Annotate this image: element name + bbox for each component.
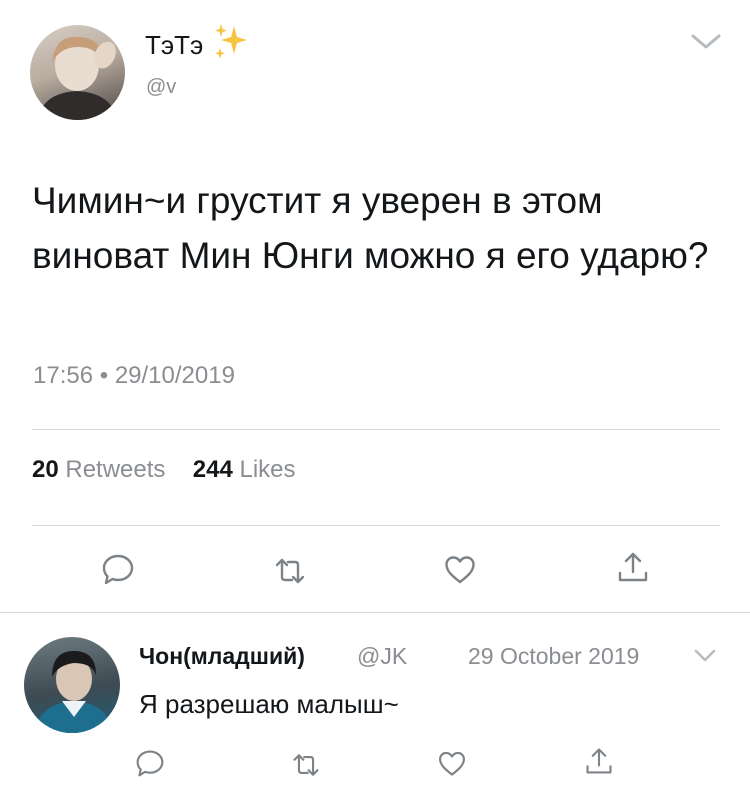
retweets-count: 20: [32, 456, 59, 483]
share-icon: [618, 552, 648, 582]
chevron-down-icon[interactable]: [690, 32, 722, 52]
retweets-link[interactable]: 20 Retweets: [32, 456, 172, 483]
divider: [32, 525, 720, 526]
reply-button[interactable]: [135, 748, 165, 778]
like-button[interactable]: [443, 553, 477, 587]
retweets-label: Retweets: [65, 456, 166, 483]
meta-separator: •: [99, 362, 115, 389]
reply-icon: [136, 750, 164, 777]
retweet-button[interactable]: [291, 750, 321, 780]
reply-author-avatar[interactable]: [24, 637, 120, 733]
author-name[interactable]: ТэТэ: [145, 30, 203, 61]
tweet-time: 17:56: [33, 362, 94, 389]
author-avatar[interactable]: [30, 25, 125, 120]
retweet-icon: [293, 754, 319, 776]
chevron-down-icon[interactable]: [693, 648, 717, 664]
sparkles-icon: [212, 22, 248, 62]
like-button[interactable]: [437, 749, 467, 779]
reply-author-name[interactable]: Чон(младший): [139, 643, 305, 670]
avatar-image: [34, 651, 112, 733]
likes-label: Likes: [239, 456, 296, 483]
reply-icon: [102, 554, 134, 585]
retweet-icon: [275, 558, 305, 584]
avatar-image: [38, 36, 117, 120]
tweet-date: 29/10/2019: [114, 362, 235, 389]
heart-icon: [445, 556, 475, 584]
tweet-text: Чимин~и грустит я уверен в этом виноват …: [32, 180, 709, 276]
share-icon: [586, 748, 612, 774]
retweet-button[interactable]: [273, 554, 307, 588]
divider: [32, 429, 720, 430]
reply-author-handle[interactable]: @JK: [357, 643, 407, 670]
tweet-stats: 20 Retweets 244 Likes: [32, 456, 296, 484]
share-button[interactable]: [616, 550, 650, 584]
heart-icon: [439, 751, 465, 776]
share-button[interactable]: [584, 746, 614, 776]
author-handle[interactable]: @v: [146, 76, 176, 99]
tweet-timestamp: 17:56 • 29/10/2019: [33, 362, 235, 390]
divider: [0, 612, 750, 613]
likes-link[interactable]: 244 Likes: [193, 456, 296, 483]
reply-date[interactable]: 29 October 2019: [468, 643, 639, 670]
likes-count: 244: [192, 456, 233, 483]
reply-button[interactable]: [101, 552, 135, 586]
reply-text: Я разрешаю малыш~: [139, 689, 399, 719]
